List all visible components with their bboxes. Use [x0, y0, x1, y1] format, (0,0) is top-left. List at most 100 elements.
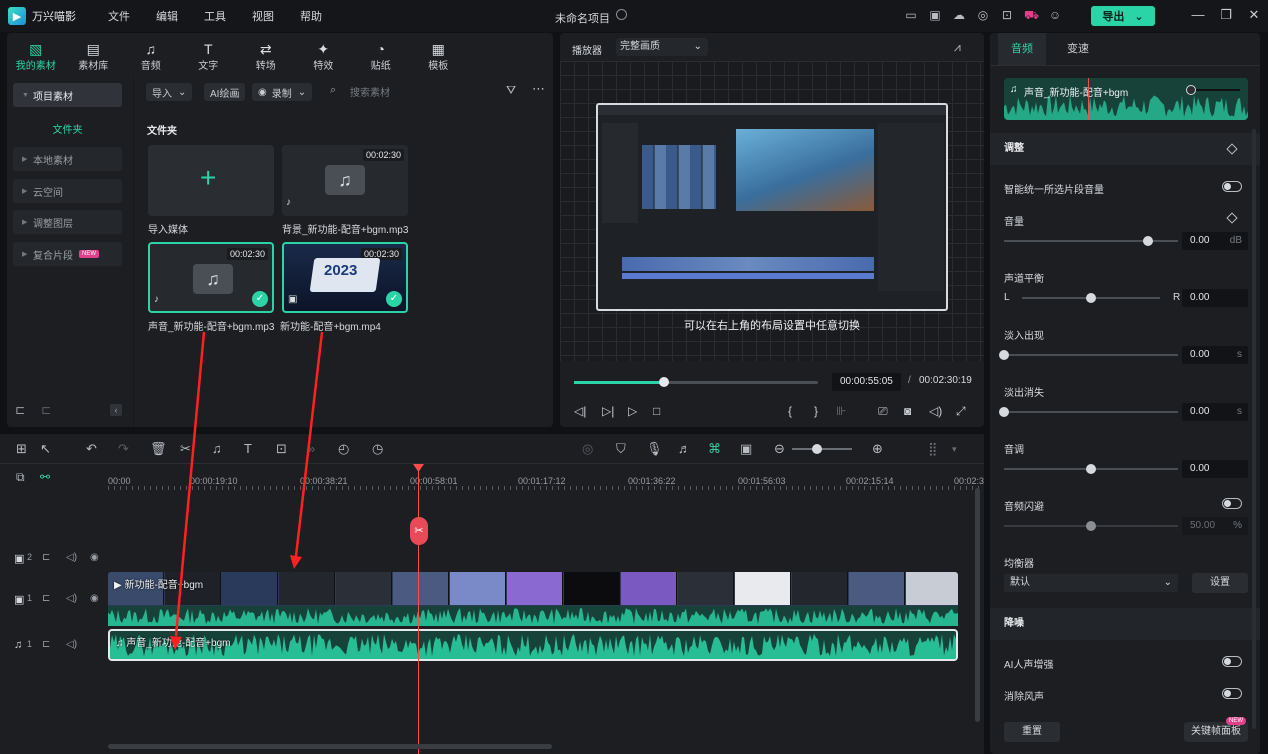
- maximize-icon[interactable]: ❐: [1212, 8, 1240, 22]
- add-track-icon[interactable]: ⧉: [16, 470, 25, 485]
- inspector-scrollbar[interactable]: [1252, 129, 1256, 729]
- mic-icon[interactable]: 🎙: [646, 441, 663, 457]
- fade-out-slider[interactable]: [999, 407, 1178, 417]
- fade-in-slider-handle[interactable]: [999, 350, 1009, 360]
- link-icon[interactable]: ⚯: [40, 470, 50, 484]
- project-status-icon[interactable]: [616, 9, 627, 20]
- tab-speed[interactable]: 变速: [1054, 33, 1102, 65]
- audio-clip[interactable]: ♫ 声音_新功能-配音+bgm: [108, 629, 958, 661]
- close-icon[interactable]: ✕: [1240, 8, 1268, 22]
- split-icon[interactable]: ✂: [180, 441, 191, 457]
- sidebar-item-adjustment-layer[interactable]: ▶ 调整图层: [13, 210, 122, 234]
- cart-icon[interactable]: ⛟: [1024, 8, 1039, 22]
- export-button[interactable]: 导出 ⌄: [1091, 6, 1155, 26]
- quality-dropdown[interactable]: 完整画质 ⌄: [616, 38, 708, 56]
- tab-my-media[interactable]: ▧ 我的素材: [7, 33, 65, 77]
- more-icon[interactable]: ⋯: [532, 81, 545, 97]
- timer-icon[interactable]: ◷: [372, 441, 383, 457]
- scrubber-handle[interactable]: [659, 377, 670, 387]
- zoom-slider-handle[interactable]: [812, 444, 822, 454]
- volume-slider-handle[interactable]: [1143, 236, 1154, 246]
- balance-slider-handle[interactable]: [1086, 293, 1096, 303]
- eye-icon[interactable]: ◉: [90, 552, 99, 563]
- auto-normalize-toggle[interactable]: [1222, 181, 1242, 192]
- snap-icon[interactable]: ⌘: [708, 441, 721, 457]
- crop-icon[interactable]: ⊡: [276, 441, 287, 457]
- fade-in-slider[interactable]: [999, 350, 1178, 360]
- fade-out-input[interactable]: 0.00 s: [1182, 403, 1248, 421]
- collapse-sidebar-icon[interactable]: ‹: [110, 404, 122, 416]
- audio-edit-icon[interactable]: ♫: [212, 441, 222, 456]
- render-icon[interactable]: ◎: [582, 441, 593, 457]
- equalizer-dropdown[interactable]: 默认 ⌄: [1004, 574, 1178, 592]
- zoom-out-icon[interactable]: ⊖: [774, 441, 785, 457]
- tab-template[interactable]: ▦ 模板: [410, 33, 468, 77]
- insert-icon[interactable]: ⊪: [836, 404, 846, 418]
- fade-in-input[interactable]: 0.00 s: [1182, 346, 1248, 364]
- eye-icon[interactable]: ◉: [90, 593, 99, 604]
- user-icon[interactable]: ☺: [1048, 8, 1062, 22]
- volume-icon[interactable]: ◁): [66, 552, 77, 563]
- keyframe-diamond-icon[interactable]: [1226, 212, 1238, 224]
- delete-icon[interactable]: 🗑: [150, 441, 167, 457]
- support-icon[interactable]: ◎: [976, 8, 990, 22]
- media-item-bg-audio[interactable]: 00:02:30 ♫ ♪: [282, 145, 408, 216]
- ai-paint-button[interactable]: AI绘画: [204, 83, 246, 101]
- menu-help[interactable]: 帮助: [300, 8, 322, 24]
- save-icon[interactable]: ▣: [928, 8, 942, 22]
- notification-icon[interactable]: ⊡: [1000, 8, 1014, 22]
- card-slider[interactable]: [1186, 85, 1240, 95]
- snapshot-icon[interactable]: ◙: [904, 404, 911, 418]
- chevron-down-icon[interactable]: ▾: [952, 444, 957, 455]
- tab-sticker[interactable]: ◔ 贴纸: [352, 33, 410, 77]
- tab-text[interactable]: T 文字: [180, 33, 238, 77]
- volume-input[interactable]: 0.00 dB: [1182, 232, 1248, 250]
- sidebar-item-project-media[interactable]: ▼ 项目素材: [13, 83, 122, 107]
- timeline-ruler[interactable]: 00:00 00:00:19:10 00:00:38:21 00:00:58:0…: [108, 464, 984, 490]
- tab-effects[interactable]: ✦ 特效: [295, 33, 353, 77]
- import-dropdown[interactable]: 导入 ⌄: [146, 83, 193, 101]
- ducking-slider-handle[interactable]: [1086, 521, 1096, 531]
- zoom-slider[interactable]: [792, 444, 852, 454]
- pitch-slider-handle[interactable]: [1086, 464, 1096, 474]
- stop-icon[interactable]: □: [653, 404, 660, 418]
- pitch-slider[interactable]: [1004, 464, 1178, 474]
- tab-audio[interactable]: 音频: [998, 33, 1046, 65]
- ducking-toggle[interactable]: [1222, 498, 1242, 509]
- split-scissor-icon[interactable]: ✂: [410, 517, 428, 545]
- prev-frame-icon[interactable]: ◁|: [574, 404, 586, 418]
- display-icon[interactable]: ⎚: [878, 404, 888, 419]
- play-icon[interactable]: ▷: [628, 404, 637, 418]
- fade-out-slider-handle[interactable]: [999, 407, 1009, 417]
- timeline-horizontal-scrollbar[interactable]: [108, 744, 552, 749]
- sidebar-item-folder[interactable]: 文件夹: [13, 121, 122, 136]
- folder-icon[interactable]: ⊏: [42, 552, 50, 563]
- undo-icon[interactable]: ↶: [86, 441, 97, 457]
- mark-out-icon[interactable]: }: [814, 404, 818, 418]
- timeline-vertical-scrollbar[interactable]: [975, 488, 980, 722]
- mark-in-icon[interactable]: {: [788, 404, 792, 418]
- media-item-video[interactable]: 00:02:30 2023 ▣ ✓: [282, 242, 408, 313]
- playhead[interactable]: [418, 466, 419, 754]
- volume-slider[interactable]: [1004, 236, 1178, 246]
- volume-icon[interactable]: ◁): [66, 593, 77, 604]
- sidebar-item-compound[interactable]: ▶ 复合片段 NEW: [13, 242, 122, 266]
- reset-button[interactable]: 重置: [1004, 722, 1060, 742]
- delete-folder-icon[interactable]: ⊏: [41, 403, 51, 417]
- balance-input[interactable]: 0.00: [1182, 289, 1248, 307]
- import-media-tile[interactable]: +: [148, 145, 274, 216]
- marker-icon[interactable]: ⛉: [616, 441, 626, 457]
- wind-toggle[interactable]: [1222, 688, 1242, 699]
- tab-audio[interactable]: ♫ 音频: [122, 33, 180, 77]
- fullscreen-icon[interactable]: ⤢: [956, 404, 966, 419]
- menu-view[interactable]: 视图: [252, 8, 274, 24]
- minimize-icon[interactable]: —: [1184, 8, 1212, 22]
- track-layout-icon[interactable]: ⣿: [928, 441, 938, 457]
- sidebar-item-cloud[interactable]: ▶ 云空间: [13, 179, 122, 203]
- section-denoise[interactable]: 降噪: [990, 608, 1260, 640]
- sidebar-item-local[interactable]: ▶ 本地素材: [13, 147, 122, 171]
- keyframe-panel-button[interactable]: 关键帧面板: [1184, 722, 1248, 742]
- tab-transition[interactable]: ⇄ 转场: [237, 33, 295, 77]
- text-tool-icon[interactable]: T: [244, 441, 252, 456]
- playback-scrubber[interactable]: [574, 377, 818, 387]
